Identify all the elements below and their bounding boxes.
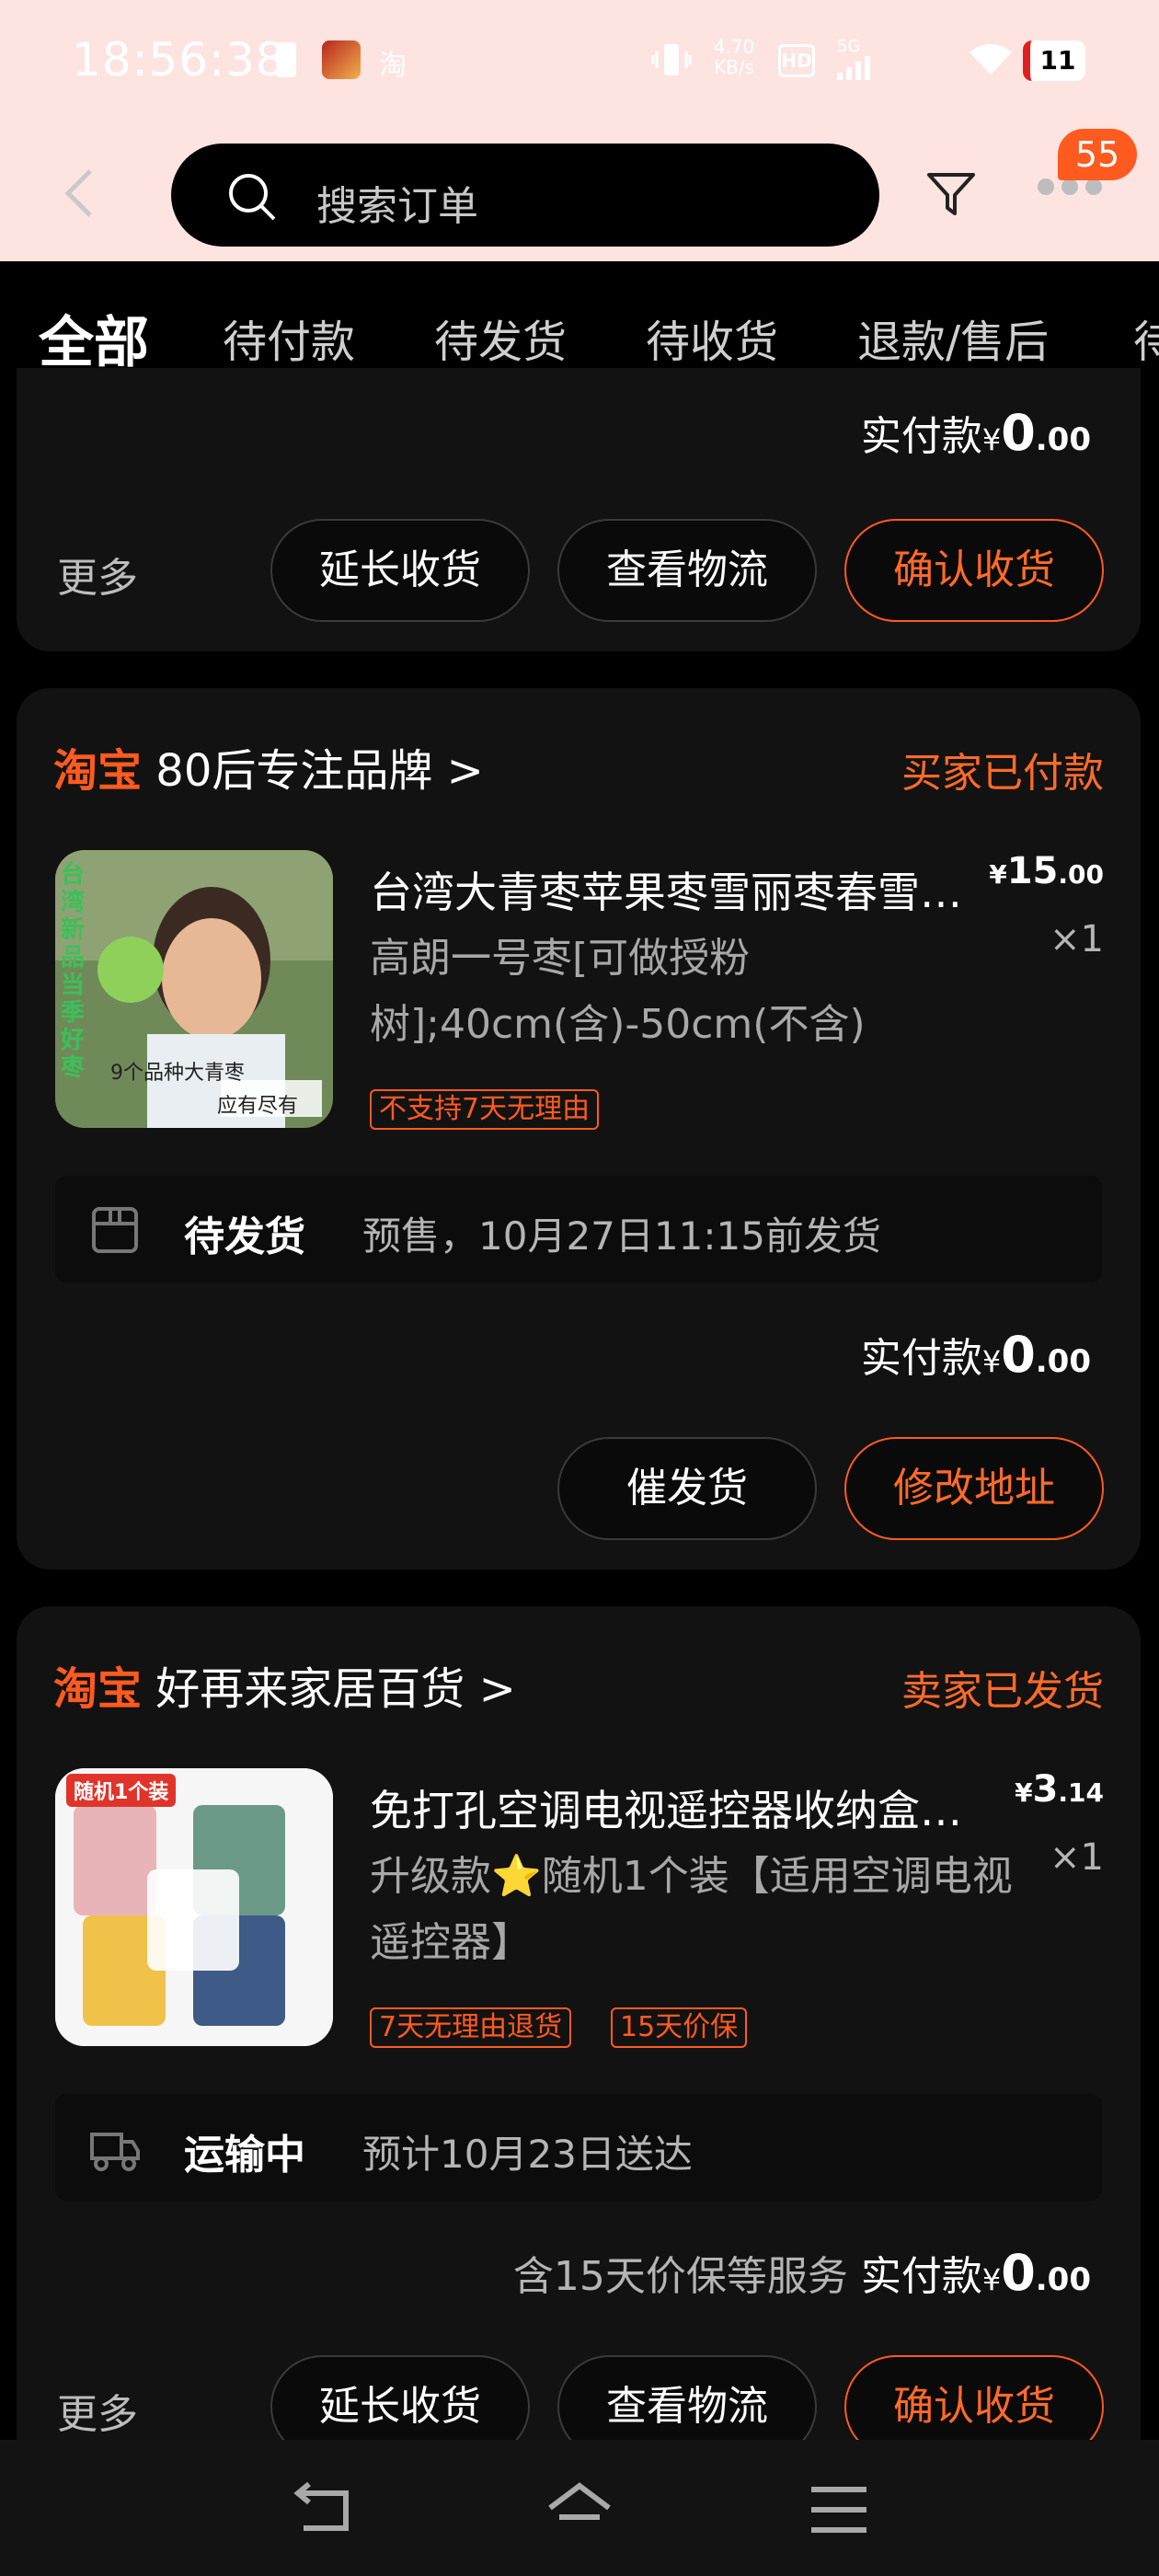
- truck-icon: [90, 2133, 140, 2171]
- product-price: ¥3.14: [1015, 1768, 1104, 1811]
- order-status: 卖家已发货: [901, 1668, 1104, 1715]
- change-address-button[interactable]: 修改地址: [844, 1437, 1104, 1540]
- battery-icon: 11: [1023, 40, 1085, 81]
- net-speed: 4.70 KB/s: [713, 36, 755, 78]
- tab-all[interactable]: 全部: [39, 298, 149, 378]
- taobao-label: 淘宝: [53, 1663, 143, 1715]
- product-thumbnail[interactable]: 随机1个装: [55, 1768, 333, 2046]
- product-quantity: ×1: [1050, 918, 1104, 960]
- chevron-right-icon: >: [446, 745, 484, 797]
- product-price: ¥15.00: [989, 850, 1104, 892]
- header: 18:56:38 淘 4.70 KB/s HD 5G 11 搜索订单 55: [0, 0, 1159, 261]
- service-tag: 不支持7天无理由: [370, 1089, 600, 1130]
- urge-shipment-button[interactable]: 催发货: [557, 1437, 817, 1540]
- shop-name-link[interactable]: 淘宝 好再来家居百货 >: [53, 1652, 516, 1717]
- view-logistics-button[interactable]: 查看物流: [557, 519, 817, 622]
- order-status: 买家已付款: [901, 750, 1104, 797]
- product-thumbnail[interactable]: 台湾新品当季好枣 9个品种大青枣 应有尽有: [55, 850, 333, 1128]
- shipping-status: 运输中: [184, 2132, 305, 2179]
- more-link[interactable]: 更多: [57, 545, 138, 604]
- service-tag: 7天无理由退货: [370, 2007, 572, 2048]
- product-sku: 升级款⭐随机1个装【适用空调电视遥控器】: [370, 1853, 1013, 1966]
- order-card: 淘宝 好再来家居百货 > 卖家已发货 随机1个装 免打孔空调电视遥控器收纳盒… …: [17, 1606, 1141, 2526]
- shipping-status-box[interactable]: 运输中 预计10月23日送达: [55, 2094, 1102, 2201]
- vibrate-icon: [651, 44, 692, 75]
- chevron-left-icon[interactable]: [61, 166, 98, 221]
- shop-name-link[interactable]: 淘宝 80后专注品牌 >: [53, 734, 484, 799]
- message-badge: 55: [1058, 129, 1137, 180]
- status-time: 18:56:38: [72, 33, 286, 86]
- order-card: 淘宝 80后专注品牌 > 买家已付款 台湾新品当季好枣 9个品种大青枣 应有尽有…: [17, 688, 1141, 1570]
- taobao-label: 淘宝: [53, 745, 143, 797]
- filter-icon[interactable]: [924, 166, 979, 221]
- game-notification-icon: [322, 40, 361, 79]
- shipping-description: 预售，10月27日11:15前发货: [362, 1213, 881, 1259]
- confirm-receipt-button[interactable]: 确认收货: [844, 519, 1104, 622]
- shipping-status: 待发货: [184, 1213, 305, 1260]
- product-sku: 高朗一号枣[可做授粉树];40cm(含)-50cm(不含): [370, 935, 866, 1048]
- service-tag: 15天价保: [611, 2007, 748, 2048]
- product-title[interactable]: 免打孔空调电视遥控器收纳盒…: [370, 1777, 995, 1838]
- menu-nav-icon[interactable]: [806, 2480, 872, 2539]
- thumbnail-badge: 随机1个装: [66, 1774, 177, 1807]
- shipping-status-box[interactable]: 待发货 预售，10月27日11:15前发货: [55, 1176, 1102, 1282]
- small-battery-icon: [276, 42, 296, 77]
- package-icon: [92, 1207, 138, 1253]
- search-icon: [229, 174, 276, 221]
- order-card: 实付款¥0.00 更多 延长收货 查看物流 确认收货: [17, 368, 1141, 651]
- signal-icon: 5G: [837, 37, 892, 83]
- status-bar: 18:56:38 淘 4.70 KB/s HD 5G 11: [0, 0, 1159, 120]
- thumbnail-caption: 9个品种大青枣: [110, 1062, 245, 1085]
- thumbnail-caption: 台湾新品当季好枣: [61, 861, 86, 1082]
- paid-amount: 含15天价保等服务 实付款¥0.00: [512, 2244, 1091, 2302]
- search-input[interactable]: 搜索订单: [171, 144, 879, 247]
- shipping-description: 预计10月23日送达: [362, 2132, 693, 2177]
- tab-refund[interactable]: 退款/售后: [857, 305, 1049, 370]
- service-note: 含15天价保等服务: [512, 2253, 848, 2300]
- tab-pending-shipment[interactable]: 待发货: [434, 305, 567, 370]
- product-quantity: ×1: [1050, 1836, 1104, 1879]
- more-link[interactable]: 更多: [57, 2381, 138, 2440]
- wifi-icon: [970, 44, 1012, 75]
- search-placeholder: 搜索订单: [316, 183, 478, 230]
- product-title[interactable]: 台湾大青枣苹果枣雪丽枣春雪…: [370, 859, 995, 920]
- extend-receipt-button[interactable]: 延长收货: [270, 519, 530, 622]
- taobao-notification-icon: 淘: [379, 50, 407, 82]
- paid-amount: 实付款¥0.00: [860, 404, 1091, 462]
- home-nav-icon[interactable]: [546, 2480, 613, 2539]
- chevron-right-icon: >: [478, 1663, 516, 1715]
- tab-review[interactable]: 待: [1133, 305, 1159, 370]
- tab-pending-receipt[interactable]: 待收货: [646, 305, 778, 370]
- thumbnail-caption: 应有尽有: [217, 1095, 299, 1118]
- tab-pending-payment[interactable]: 待付款: [223, 305, 355, 370]
- back-nav-icon[interactable]: [291, 2480, 357, 2539]
- more-dots-icon[interactable]: [1038, 178, 1111, 206]
- paid-amount: 实付款¥0.00: [860, 1326, 1091, 1384]
- hd-icon: HD: [778, 44, 815, 77]
- system-nav-bar: [0, 2440, 1159, 2576]
